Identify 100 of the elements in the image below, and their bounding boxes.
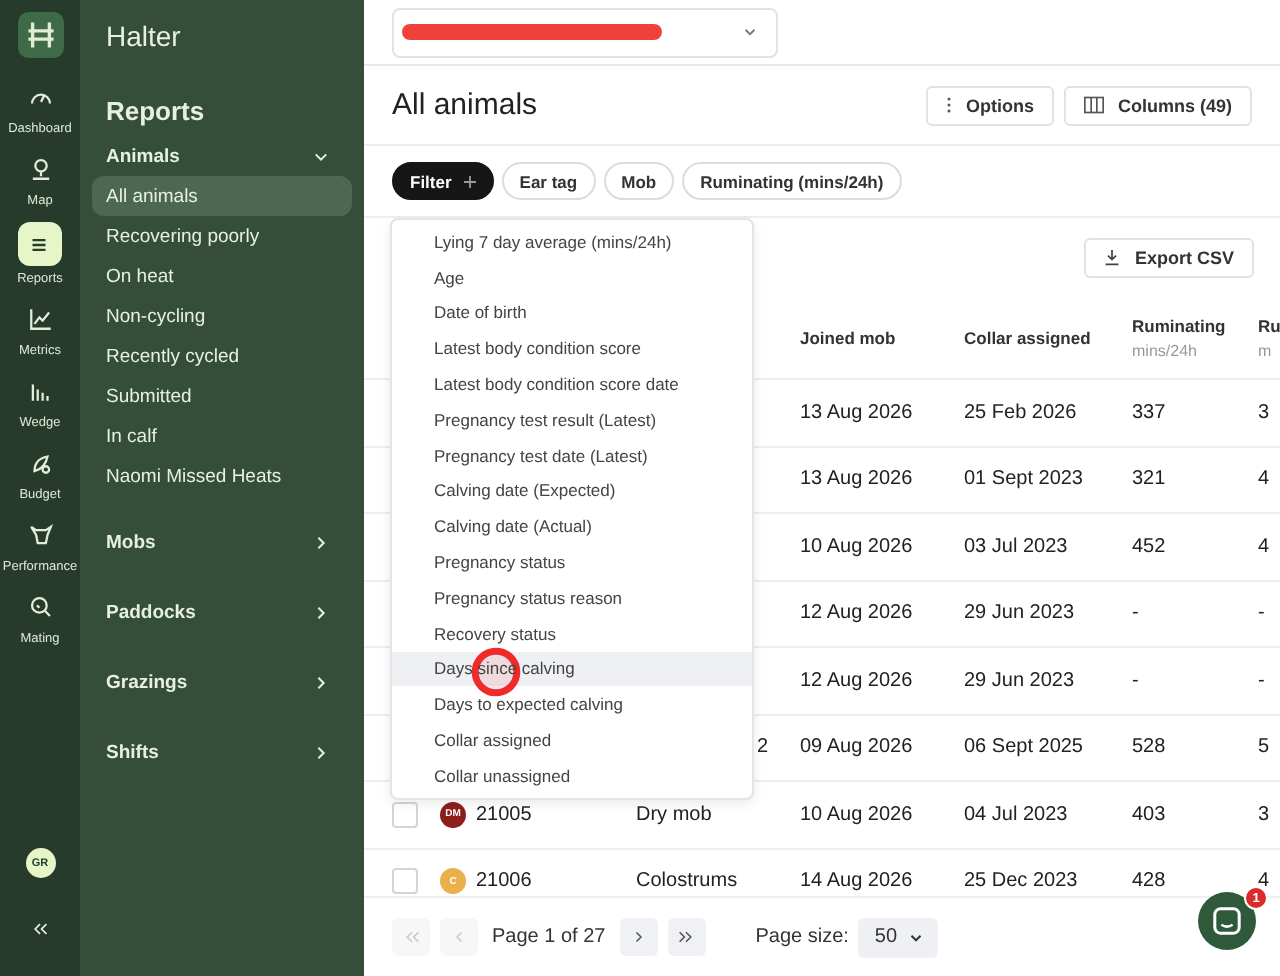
chevron-right-icon[interactable] [314, 606, 328, 620]
menu-item[interactable]: Lying 7 day average (mins/24h) [392, 224, 752, 260]
table-cell: 03 Jul 2023 [964, 535, 1068, 558]
menu-item[interactable]: Age [392, 259, 752, 296]
logo-icon[interactable] [17, 12, 63, 58]
column-header[interactable]: Joined mob [800, 327, 896, 347]
table-cell: 13 Aug 2026 [800, 401, 913, 424]
list-icon[interactable] [17, 222, 62, 266]
table-cell: Dry mob [636, 803, 712, 826]
nav-item[interactable]: Non-cycling [92, 296, 352, 336]
chevron-right-icon[interactable] [314, 676, 328, 690]
table-cell: 3 [1258, 401, 1270, 424]
table-cell: 12 Aug 2026 [800, 669, 913, 692]
chevron-down-icon[interactable] [314, 150, 328, 164]
table-cell: 01 Sept 2023 [964, 468, 1083, 491]
table-cell: 21006 [476, 870, 532, 893]
nav-item[interactable]: Submitted [92, 376, 352, 416]
menu-item[interactable]: Date of birth [392, 295, 752, 331]
menu-item[interactable]: Pregnancy status reason [392, 579, 752, 616]
more-icon [945, 96, 952, 114]
table-cell: 4 [1258, 535, 1270, 558]
table-cell: 403 [1132, 803, 1166, 826]
table-cell: 10 Aug 2026 [800, 803, 913, 826]
table-cell: - [1258, 669, 1265, 692]
table-cell: 10 Aug 2026 [800, 535, 913, 558]
page-size-select[interactable]: 50 [858, 917, 938, 957]
nav-section[interactable]: Shifts [92, 718, 352, 788]
filter-chip[interactable]: Mob [603, 162, 675, 200]
menu-item[interactable]: Latest body condition score [392, 330, 752, 367]
column-unit: m [1258, 341, 1274, 359]
table-cell: 5 [1258, 736, 1270, 759]
chevron-down-icon [744, 26, 756, 38]
nav-heading: Reports [104, 96, 207, 130]
options-button[interactable]: Options [925, 85, 1054, 125]
chevron-down-icon [909, 931, 922, 943]
column-header[interactable]: Ru [1258, 315, 1280, 335]
filter-button[interactable]: Filter [392, 162, 494, 200]
brand-name: Halter [104, 20, 183, 56]
nav-item[interactable]: Recovering poorly [92, 216, 352, 256]
menu-item[interactable]: Pregnancy status [392, 544, 752, 580]
menu-item[interactable]: Latest body condition score date [392, 366, 752, 402]
nav-item[interactable]: Naomi Missed Heats [92, 456, 352, 496]
page-indicator: Page 1 of 27 [492, 926, 606, 948]
plus-icon [463, 175, 476, 187]
table-cell: 14 Aug 2026 [800, 870, 913, 893]
filter-chip[interactable]: Ruminating (mins/24h) [682, 162, 902, 200]
chevron-right-icon [632, 930, 645, 944]
page-size-label: Page size: [755, 926, 849, 948]
table-cell: 13 Aug 2026 [800, 468, 913, 491]
menu-item[interactable]: Calving date (Actual) [392, 508, 752, 545]
nav-item[interactable]: On heat [92, 256, 352, 296]
table-cell: 25 Dec 2023 [964, 870, 1078, 893]
menu-item[interactable]: Pregnancy test result (Latest) [392, 401, 752, 438]
menu-item[interactable]: Pregnancy test date (Latest) [392, 437, 752, 474]
table-cell: 25 Feb 2026 [964, 401, 1077, 424]
menu-item[interactable]: Collar unassigned [392, 757, 752, 794]
download-icon [1104, 249, 1121, 265]
column-header[interactable]: Ruminating [1132, 315, 1226, 335]
chat-icon [1212, 906, 1242, 936]
table-cell: 06 Sept 2025 [964, 736, 1083, 759]
nav-section[interactable]: Mobs [92, 508, 352, 578]
table-cell: 528 [1132, 736, 1166, 759]
table-cell: 321 [1132, 468, 1166, 491]
table-cell: - [1132, 669, 1139, 692]
columns-button[interactable]: Columns (49) [1063, 85, 1252, 125]
table-cell: 09 Aug 2026 [800, 736, 913, 759]
menu-item[interactable]: Calving date (Expected) [392, 473, 752, 509]
farm-selector[interactable] [392, 7, 778, 57]
menu-item[interactable]: Recovery status [392, 615, 752, 652]
table-cell: 04 Jul 2023 [964, 803, 1068, 826]
filter-chip[interactable]: Ear tag [501, 162, 596, 200]
row-checkbox[interactable] [392, 868, 418, 895]
table-cell: 452 [1132, 535, 1166, 558]
nav-item[interactable]: Recently cycled [92, 336, 352, 376]
table-cell: 21005 [476, 803, 532, 826]
table-cell: Colostrums [636, 870, 738, 893]
chevron-left-icon [453, 930, 465, 944]
double-chevron-right-icon [678, 930, 695, 944]
nav-item[interactable]: All animals [92, 176, 352, 216]
table-cell: 29 Jun 2023 [964, 602, 1075, 625]
page-title: All animals [392, 88, 538, 122]
nav-section[interactable]: Paddocks [92, 578, 352, 648]
nav-section[interactable]: Animals [92, 136, 352, 176]
chevron-right-icon[interactable] [314, 746, 328, 760]
export-csv-button[interactable]: Export CSV [1084, 237, 1254, 277]
columns-icon [1083, 96, 1104, 114]
nav-section[interactable]: Grazings [92, 648, 352, 718]
column-header[interactable]: Collar assigned [964, 327, 1091, 347]
table-cell: 428 [1132, 870, 1166, 893]
table-cell: - [1258, 602, 1265, 625]
menu-item[interactable]: Collar assigned [392, 722, 752, 758]
double-chevron-left-icon [403, 930, 419, 944]
menu-item[interactable]: Days to expected calving [392, 686, 752, 723]
table-cell: 337 [1132, 401, 1166, 424]
last-page-button[interactable] [667, 918, 706, 956]
table-cell: 4 [1258, 468, 1270, 491]
chevron-right-icon[interactable] [314, 536, 328, 550]
collapse-icon[interactable] [32, 922, 48, 936]
nav-item[interactable]: In calf [92, 416, 352, 456]
column-unit: mins/24h [1132, 341, 1199, 359]
